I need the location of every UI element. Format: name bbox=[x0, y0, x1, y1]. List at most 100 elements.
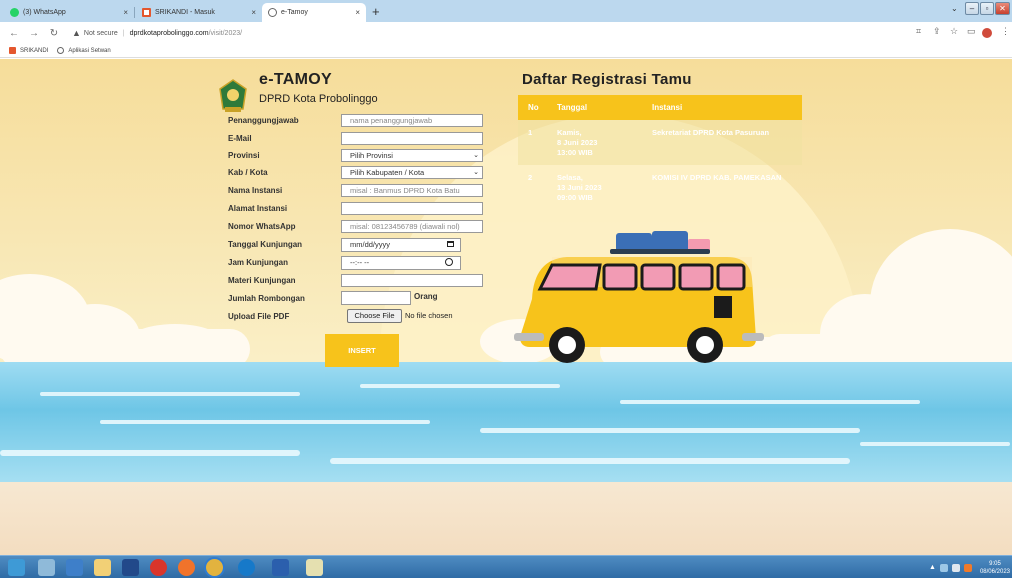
tab-srikandi[interactable]: SRIKANDI - Masuk × bbox=[136, 3, 262, 22]
url-domain: dprdkotaprobolinggo.com bbox=[129, 29, 209, 37]
tab-label: e-Tamoy bbox=[281, 9, 308, 16]
row-date-text: 8 Juni 2023 bbox=[557, 138, 598, 147]
share-icon[interactable]: ⇪ bbox=[933, 26, 941, 37]
tab-search-icon[interactable]: ⌄ bbox=[951, 4, 958, 13]
tab-whatsapp[interactable]: (3) WhatsApp × bbox=[4, 3, 135, 22]
notification-icon[interactable] bbox=[963, 563, 972, 572]
reload-icon[interactable]: ↻ bbox=[48, 28, 60, 39]
penanggungjawab-input[interactable]: nama penanggungjawab bbox=[341, 114, 483, 127]
table-header: No Tanggal Instansi bbox=[518, 95, 802, 120]
minimize-button[interactable]: – bbox=[965, 2, 979, 15]
registry-title: Daftar Registrasi Tamu bbox=[522, 71, 692, 88]
warning-icon[interactable]: ▲ bbox=[72, 28, 81, 38]
calendar-icon[interactable] bbox=[447, 241, 454, 247]
taskbar-clock[interactable]: 9:05 08/06/2023 bbox=[980, 560, 1010, 576]
start-icon[interactable] bbox=[8, 559, 25, 576]
volume-icon[interactable] bbox=[951, 563, 960, 572]
row-date: Selasa, 13 Juni 2023 09:00 WIB bbox=[557, 173, 602, 203]
close-icon[interactable]: × bbox=[123, 8, 128, 17]
row-time: 09:00 WIB bbox=[557, 193, 593, 202]
bookmark-srikandi[interactable]: SRIKANDI bbox=[9, 47, 48, 54]
sidepanel-icon[interactable]: ▭ bbox=[967, 26, 976, 37]
star-icon[interactable]: ☆ bbox=[950, 26, 958, 37]
notepad-icon[interactable] bbox=[306, 559, 323, 576]
row-number: 2 bbox=[528, 173, 533, 182]
row-day: Selasa, bbox=[557, 173, 583, 182]
row-date-text: 13 Juni 2023 bbox=[557, 183, 602, 192]
dprd-emblem-logo bbox=[219, 79, 247, 112]
whatsapp-input[interactable]: misal: 08123456789 (diawali nol) bbox=[341, 220, 483, 233]
label-provinsi: Provinsi bbox=[228, 151, 260, 160]
tab-label: SRIKANDI - Masuk bbox=[155, 9, 215, 16]
sand-illustration bbox=[0, 482, 1012, 555]
security-status[interactable]: Not secure bbox=[84, 30, 118, 37]
arrow-icon[interactable] bbox=[66, 559, 83, 576]
label-jam-kunjungan: Jam Kunjungan bbox=[228, 258, 289, 267]
email-input[interactable] bbox=[341, 132, 483, 145]
forward-icon[interactable]: → bbox=[28, 28, 40, 39]
globe-icon bbox=[268, 8, 277, 17]
kab-kota-select[interactable]: Pilih Kabupaten / Kota ⌄ bbox=[341, 166, 483, 179]
clock-date: 08/06/2023 bbox=[979, 568, 1010, 575]
van-illustration bbox=[514, 231, 764, 363]
file-status: No file chosen bbox=[405, 311, 453, 320]
nama-instansi-input[interactable]: misal : Banmus DPRD Kota Batu bbox=[341, 184, 483, 197]
window-close-button[interactable]: ✕ bbox=[995, 2, 1010, 15]
chrome-icon[interactable] bbox=[206, 559, 223, 576]
jam-kunjungan-input[interactable]: --:-- -- bbox=[341, 256, 461, 270]
date-value: mm/dd/yyyy bbox=[350, 240, 391, 249]
materi-kunjungan-input[interactable] bbox=[341, 274, 483, 287]
row-date: Kamis, 8 Juni 2023 13:00 WIB bbox=[557, 128, 597, 158]
insert-button[interactable]: INSERT bbox=[325, 334, 399, 367]
server-icon[interactable] bbox=[38, 559, 55, 576]
word-icon[interactable] bbox=[272, 559, 289, 576]
label-alamat-instansi: Alamat Instansi bbox=[228, 204, 288, 213]
url-field[interactable]: dprdkotaprobolinggo.com/visit/2023/ bbox=[130, 30, 242, 37]
opera-icon[interactable] bbox=[150, 559, 167, 576]
orang-suffix: Orang bbox=[414, 292, 438, 301]
network-icon[interactable] bbox=[939, 563, 948, 572]
tray-arrow-icon[interactable]: ▲ bbox=[929, 564, 936, 571]
registry-table: No Tanggal Instansi 1 Kamis, 8 Juni 2023… bbox=[518, 95, 802, 210]
table-row: 1 Kamis, 8 Juni 2023 13:00 WIB Sekretari… bbox=[518, 120, 802, 165]
edge-icon[interactable] bbox=[238, 559, 255, 576]
address-bar: ← → ↻ ▲ Not secure | dprdkotaprobolinggo… bbox=[0, 22, 1012, 44]
label-materi-kunjungan: Materi Kunjungan bbox=[228, 276, 296, 285]
tab-etamoy[interactable]: e-Tamoy × bbox=[262, 3, 366, 22]
chevron-down-icon: ⌄ bbox=[473, 169, 479, 176]
table-row: 2 Selasa, 13 Juni 2023 09:00 WIB KOMISI … bbox=[518, 165, 802, 210]
jumlah-rombongan-input[interactable] bbox=[341, 291, 411, 305]
provinsi-selected: Pilih Provinsi bbox=[350, 151, 393, 160]
page-content: e-TAMOY DPRD Kota Probolinggo Penanggung… bbox=[0, 59, 1012, 555]
kab-kota-selected: Pilih Kabupaten / Kota bbox=[350, 168, 425, 177]
close-icon[interactable]: × bbox=[355, 8, 360, 17]
tab-label: (3) WhatsApp bbox=[23, 9, 66, 16]
clock-time: 9:05 bbox=[989, 560, 1001, 567]
app-icon[interactable] bbox=[122, 559, 139, 576]
url-path: /visit/2023/ bbox=[208, 29, 243, 37]
row-instansi: KOMISI IV DPRD KAB. PAMEKASAN bbox=[652, 173, 782, 182]
srikandi-icon bbox=[9, 47, 16, 54]
close-icon[interactable]: × bbox=[251, 8, 256, 17]
label-tanggal-kunjungan: Tanggal Kunjungan bbox=[228, 240, 303, 249]
column-header: No bbox=[528, 103, 539, 112]
provinsi-select[interactable]: Pilih Provinsi ⌄ bbox=[341, 149, 483, 162]
system-tray: ▲ 9:05 08/06/2023 bbox=[929, 558, 1010, 577]
windows-taskbar: ▲ 9:05 08/06/2023 bbox=[0, 555, 1012, 578]
row-time: 13:00 WIB bbox=[557, 148, 593, 157]
label-penanggungjawab: Penanggungjawab bbox=[228, 116, 299, 125]
firefox-icon[interactable] bbox=[178, 559, 195, 576]
folder-icon[interactable] bbox=[94, 559, 111, 576]
alamat-instansi-input[interactable] bbox=[341, 202, 483, 215]
menu-icon[interactable]: ⋮ bbox=[1001, 26, 1010, 37]
translate-icon[interactable]: ⌗ bbox=[916, 26, 921, 37]
choose-file-button[interactable]: Choose File bbox=[347, 309, 402, 323]
tanggal-kunjungan-input[interactable]: mm/dd/yyyy bbox=[341, 238, 461, 252]
bookmark-aplikasi-setwan[interactable]: Aplikasi Setwan bbox=[57, 47, 111, 54]
profile-avatar[interactable] bbox=[982, 28, 992, 38]
srikandi-icon bbox=[142, 8, 151, 17]
new-tab-button[interactable]: + bbox=[372, 4, 380, 19]
back-icon[interactable]: ← bbox=[8, 28, 20, 39]
clock-icon[interactable] bbox=[445, 258, 453, 266]
maximize-button[interactable]: ▫ bbox=[980, 2, 994, 15]
